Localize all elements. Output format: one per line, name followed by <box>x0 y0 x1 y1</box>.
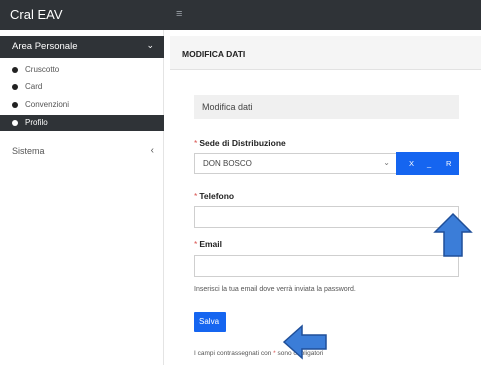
hamburger-icon[interactable]: ≡ <box>176 8 182 20</box>
sede-button-group[interactable]: X _ R <box>396 152 459 175</box>
sidebar-item-label: Profilo <box>25 118 48 127</box>
sidebar-item-sistema[interactable]: Sistema ‹ <box>0 143 164 161</box>
app-title[interactable]: Cral EAV <box>0 0 164 30</box>
arrow-up-icon <box>433 212 473 257</box>
sede-button-underscore[interactable]: _ <box>427 159 431 168</box>
required-mark: * <box>194 239 198 249</box>
required-mark: * <box>194 138 198 148</box>
sidebar-section-label: Area Personale <box>12 41 78 52</box>
sidebar-item-label: Sistema <box>12 146 45 156</box>
sidebar-item-profilo[interactable]: Profilo <box>0 115 164 131</box>
chevron-down-icon: ⌄ <box>146 40 154 50</box>
sidebar-item-card[interactable]: Card <box>0 79 164 95</box>
sidebar-item-label: Cruscotto <box>25 65 60 74</box>
sidebar-item-label: Convenzioni <box>25 100 70 109</box>
sidebar: Area Personale ⌄ Cruscotto Card Convenzi… <box>0 30 164 365</box>
sidebar-item-label: Card <box>25 82 43 91</box>
sede-select[interactable]: DON BOSCO ⌄ <box>194 153 397 174</box>
email-input[interactable] <box>194 255 459 277</box>
bullet-icon <box>12 102 18 108</box>
required-mark: * <box>194 191 198 201</box>
page-title: MODIFICA DATI <box>170 36 481 70</box>
email-label: * Email <box>194 239 222 249</box>
sede-label: * Sede di Distribuzione <box>194 138 286 148</box>
sede-button-x[interactable]: X <box>409 159 414 168</box>
telefono-label: * Telefono <box>194 191 235 201</box>
sidebar-item-convenzioni[interactable]: Convenzioni <box>0 97 164 113</box>
telefono-input[interactable] <box>194 206 459 228</box>
save-button[interactable]: Salva <box>194 312 226 332</box>
top-bar: Cral EAV ≡ <box>0 0 481 30</box>
sede-button-r[interactable]: R <box>446 159 451 168</box>
sidebar-item-cruscotto[interactable]: Cruscotto <box>0 62 164 78</box>
form-subheading: Modifica dati <box>194 95 459 119</box>
arrow-left-icon <box>282 324 327 360</box>
bullet-icon <box>12 120 18 126</box>
sidebar-section-area-personale[interactable]: Area Personale ⌄ <box>0 36 164 58</box>
chevron-left-icon: ‹ <box>150 145 154 156</box>
email-help-text: Inserisci la tua email dove verrà inviat… <box>194 286 356 293</box>
sede-select-value: DON BOSCO <box>203 159 252 168</box>
bullet-icon <box>12 67 18 73</box>
bullet-icon <box>12 84 18 90</box>
chevron-down-icon: ⌄ <box>383 158 390 167</box>
